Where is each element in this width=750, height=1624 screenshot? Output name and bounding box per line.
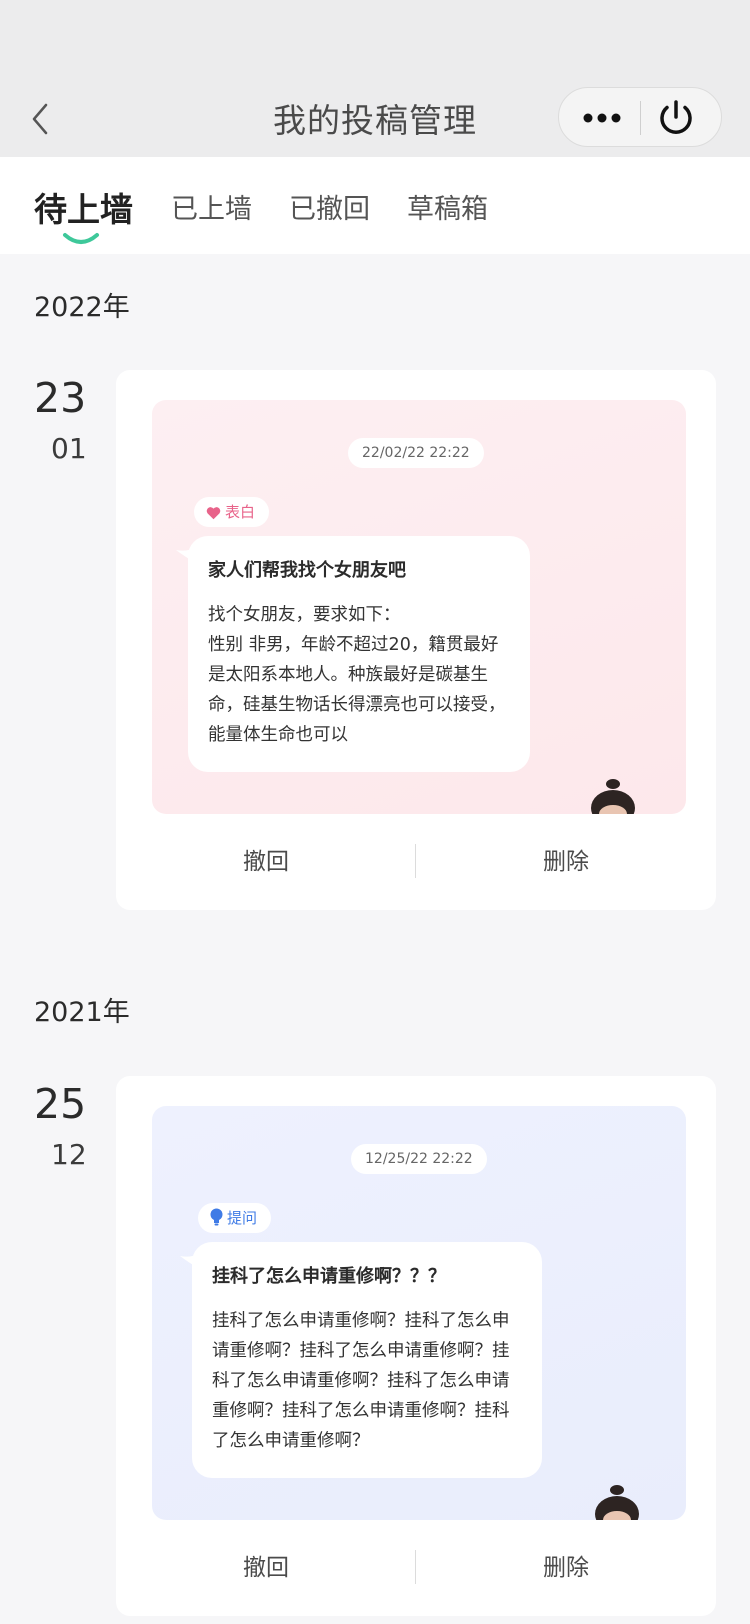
post-card: 12/25/22 22:22 提问 挂科了怎么申请重修啊？？？ 挂科了怎么申请重… <box>116 1076 716 1616</box>
category-tag-label: 表白 <box>225 503 256 521</box>
power-icon[interactable] <box>655 97 697 139</box>
post-title: 家人们帮我找个女朋友吧 <box>208 560 406 581</box>
tab-withdrawn[interactable]: 已撤回 <box>289 187 370 226</box>
mini-program-capsule <box>558 87 722 147</box>
post-bubble: 挂科了怎么申请重修啊？？？ 挂科了怎么申请重修啊？挂科了怎么申请重修啊？挂科了怎… <box>180 1242 542 1478</box>
year-heading: 2021年 <box>34 997 130 1028</box>
tab-pending[interactable]: 待上墙 <box>34 183 133 231</box>
delete-button[interactable]: 删除 <box>416 1538 716 1598</box>
heart-icon <box>206 507 221 520</box>
avatar-icon <box>591 779 635 814</box>
navigation-bar: 我的投稿管理 <box>0 0 750 157</box>
post-timestamp: 12/25/22 22:22 <box>351 1144 487 1174</box>
capsule-divider <box>640 101 641 135</box>
active-tab-indicator <box>63 233 99 244</box>
category-tag-label: 提问 <box>227 1209 258 1227</box>
lightbulb-icon <box>210 1208 223 1226</box>
post-preview[interactable]: 12/25/22 22:22 提问 挂科了怎么申请重修啊？？？ 挂科了怎么申请重… <box>152 1106 686 1520</box>
bubble-tail <box>180 1254 198 1268</box>
post-card: 22/02/22 22:22 表白 家人们帮我找个女朋友吧 找个女朋友，要求如下… <box>116 370 716 910</box>
post-bubble: 家人们帮我找个女朋友吧 找个女朋友，要求如下： 性别 非男，年龄不超过20，籍贯… <box>176 536 530 772</box>
post-body: 找个女朋友，要求如下： 性别 非男，年龄不超过20，籍贯最好是太阳系本地人。种族… <box>208 605 506 745</box>
status-tabs: 待上墙 已上墙 已撤回 草稿箱 <box>0 157 750 254</box>
post-body: 挂科了怎么申请重修啊？挂科了怎么申请重修啊？挂科了怎么申请重修啊？挂科了怎么申请… <box>212 1311 510 1451</box>
post-day: 25 <box>34 1080 87 1128</box>
post-month: 12 <box>51 1138 87 1171</box>
category-tag: 提问 <box>198 1203 272 1233</box>
tab-published[interactable]: 已上墙 <box>171 187 252 226</box>
more-options-icon[interactable] <box>579 103 625 133</box>
category-tag: 表白 <box>194 497 270 527</box>
delete-button[interactable]: 删除 <box>416 832 716 892</box>
post-actions: 撤回 删除 <box>116 832 716 892</box>
bubble-tail <box>176 548 194 562</box>
withdraw-button[interactable]: 撤回 <box>116 1538 416 1598</box>
tab-drafts[interactable]: 草稿箱 <box>407 187 488 226</box>
withdraw-button[interactable]: 撤回 <box>116 832 416 892</box>
year-heading: 2022年 <box>34 292 130 323</box>
post-actions: 撤回 删除 <box>116 1538 716 1598</box>
post-timestamp: 22/02/22 22:22 <box>348 438 484 468</box>
post-title: 挂科了怎么申请重修啊？？？ <box>212 1266 446 1287</box>
post-month: 01 <box>51 432 87 465</box>
avatar-icon <box>595 1485 639 1520</box>
post-preview[interactable]: 22/02/22 22:22 表白 家人们帮我找个女朋友吧 找个女朋友，要求如下… <box>152 400 686 814</box>
post-day: 23 <box>34 374 87 422</box>
